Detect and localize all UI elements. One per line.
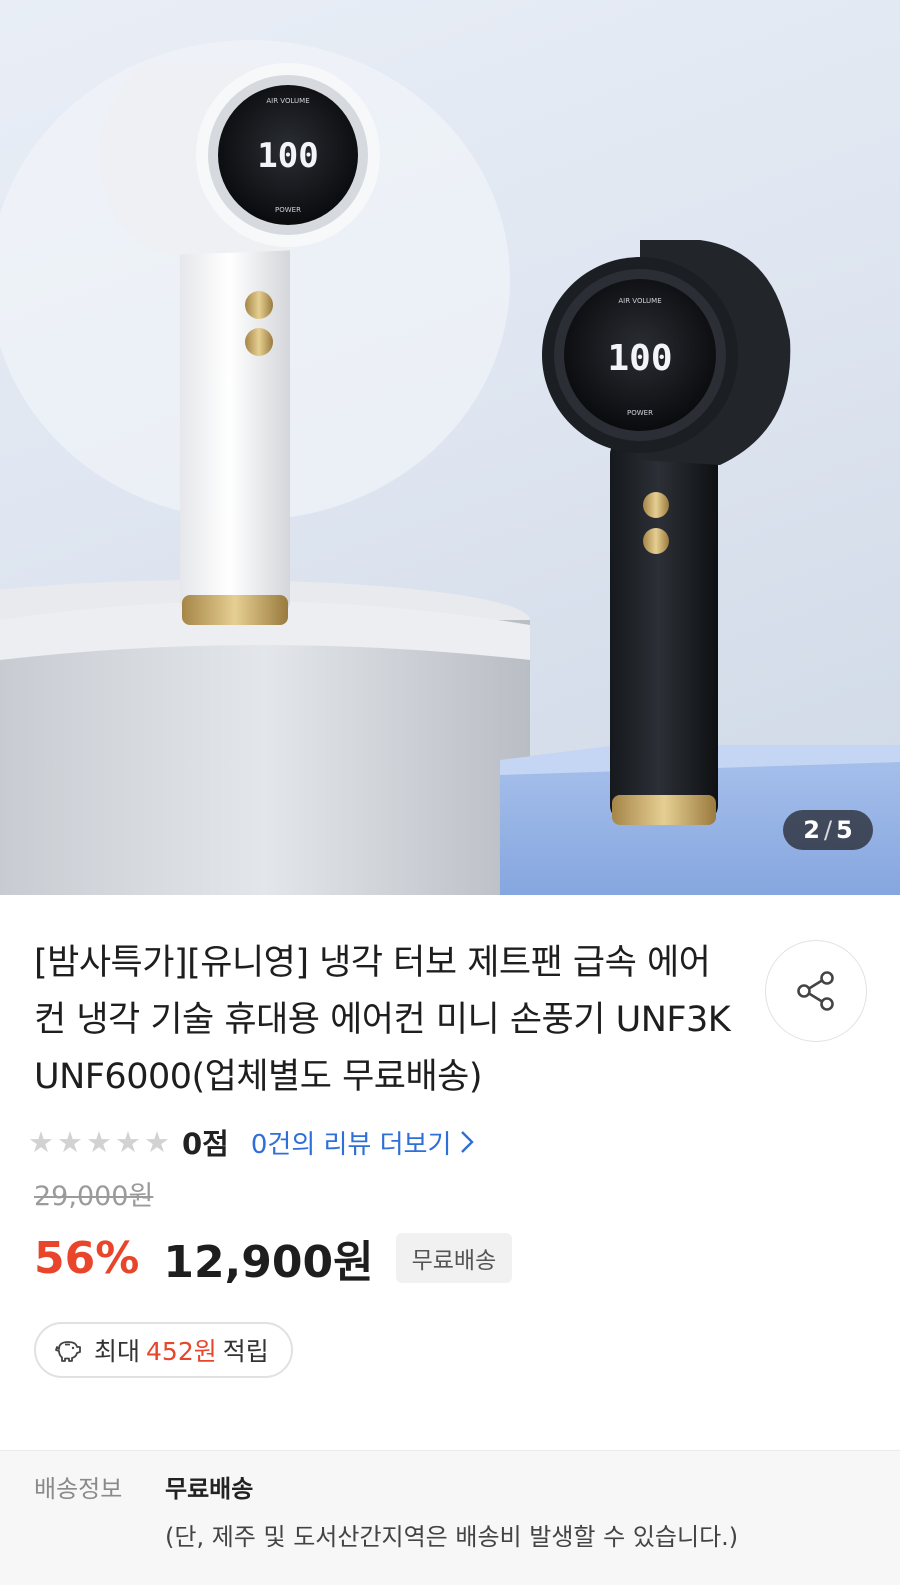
star-icon: ★	[144, 1124, 170, 1159]
points-reward-chip[interactable]: 최대 452원 적립	[34, 1322, 293, 1378]
review-more-link[interactable]: 0건의 리뷰 더보기	[251, 1124, 476, 1161]
image-counter-total: 5	[836, 816, 853, 844]
points-suffix: 적립	[222, 1337, 269, 1366]
rating-stars: ★ ★ ★ ★ ★	[28, 1124, 170, 1159]
shipping-info: 배송정보 무료배송 (단, 제주 및 도서산간지역은 배송비 발생할 수 있습니…	[0, 1450, 900, 1585]
discount-rate: 56%	[34, 1232, 140, 1284]
product-photo: AIR VOLUME 100 POWER AIR VOLUME 100 POWE…	[0, 40, 900, 895]
price-row: 56% 12,900원 무료배송	[34, 1228, 866, 1288]
star-icon: ★	[57, 1124, 83, 1159]
white-fan-display-number: 100	[257, 136, 318, 176]
product-title: [밤사특가][유니영] 냉각 터보 제트팬 급속 에어컨 냉각 기술 휴대용 에…	[34, 943, 731, 1097]
product-info: [밤사특가][유니영] 냉각 터보 제트팬 급속 에어컨 냉각 기술 휴대용 에…	[0, 895, 900, 1378]
star-icon: ★	[86, 1124, 112, 1159]
black-fan-display-number: 100	[607, 338, 672, 379]
white-fan-air-volume-label: AIR VOLUME	[266, 97, 309, 105]
piggy-bank-icon	[54, 1337, 82, 1363]
share-button[interactable]	[765, 940, 867, 1042]
rating-score: 0점	[182, 1127, 229, 1161]
image-counter-current: 2	[803, 816, 820, 844]
points-prefix: 최대	[94, 1337, 141, 1366]
original-price: 29,000원	[34, 1181, 154, 1212]
rating-row: ★ ★ ★ ★ ★ 0점 0건의 리뷰 더보기	[28, 1122, 866, 1162]
black-fan-air-volume-label: AIR VOLUME	[618, 297, 661, 305]
share-icon	[797, 971, 834, 1011]
black-fan-power-label: POWER	[627, 409, 653, 417]
shipping-label: 배송정보	[34, 1475, 123, 1503]
image-counter-separator: /	[823, 816, 833, 844]
points-amount: 452원	[146, 1337, 217, 1366]
star-icon: ★	[28, 1124, 54, 1159]
review-more-label: 0건의 리뷰 더보기	[250, 1129, 452, 1160]
white-fan-power-label: POWER	[275, 206, 301, 214]
star-icon: ★	[115, 1124, 141, 1159]
chevron-right-icon	[461, 1131, 475, 1153]
product-image-gallery[interactable]: AIR VOLUME 100 POWER AIR VOLUME 100 POWE…	[0, 0, 900, 895]
image-counter: 2 / 5	[783, 810, 873, 850]
free-shipping-badge: 무료배송	[395, 1233, 513, 1283]
shipping-value: 무료배송	[165, 1475, 254, 1503]
sale-price: 12,900원	[163, 1237, 374, 1288]
shipping-note: (단, 제주 및 도서산간지역은 배송비 발생할 수 있습니다.)	[165, 1523, 739, 1551]
